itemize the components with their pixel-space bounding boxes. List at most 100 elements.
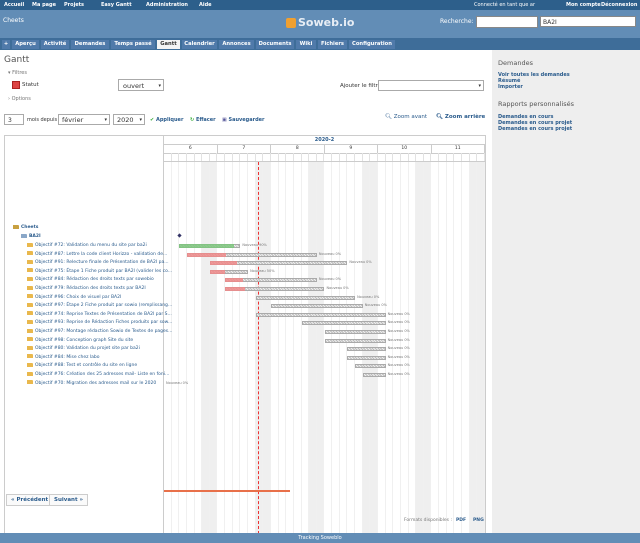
search-input[interactable] — [476, 16, 538, 28]
gantt-task-note: Nouveau 0% — [318, 251, 342, 256]
tab-settings[interactable]: Configuration — [349, 40, 395, 49]
logged-in-as: Connecté en tant que ar — [474, 2, 536, 8]
gantt-task-row[interactable]: Objectif #96: Choix de visuel par BA2I — [27, 294, 121, 302]
gantt-day — [386, 153, 394, 161]
gantt-task-row[interactable]: Objectif #72: Validation du menu du site… — [27, 242, 147, 250]
top-menu-projects[interactable]: Projets — [64, 2, 84, 8]
options-toggle[interactable]: › Options — [8, 96, 31, 102]
project-jump-select[interactable]: BA2I — [540, 16, 636, 27]
gantt-task-label: Objectif #96: Choix de visuel par BA2I — [35, 294, 122, 300]
next-button[interactable]: Suivant » — [49, 494, 89, 506]
gantt-task-note: Nouveau 0% — [387, 354, 410, 359]
top-menu-home[interactable]: Accueil — [4, 2, 24, 8]
save-icon: ▣ — [222, 117, 227, 123]
gantt-task-row[interactable]: Objectif #93: Reprise de Rédaction Fiche… — [27, 319, 172, 327]
tab-documents[interactable]: Documents — [256, 40, 294, 49]
zoom-in-button[interactable]: 🔍︎ Zoom avant — [385, 114, 427, 120]
tab-new[interactable]: + — [2, 40, 10, 49]
my-account-link[interactable]: Mon compte — [566, 2, 601, 8]
gantt-task-bar[interactable] — [362, 373, 386, 377]
top-menu-easy-gantt[interactable]: Easy Gantt — [101, 2, 132, 8]
tab-news[interactable]: Annonces — [219, 40, 254, 49]
tab-wiki[interactable]: Wiki — [296, 40, 316, 49]
top-menu-help[interactable]: Aide — [199, 2, 212, 8]
status-filter-checkbox[interactable] — [12, 81, 20, 89]
gantt-period: 2020-2 — [164, 136, 485, 145]
sidebar-link-import[interactable]: Importer — [498, 84, 523, 90]
gantt-day — [218, 153, 226, 161]
gantt-week-7: 7 — [218, 145, 271, 153]
status-select[interactable]: ouvert ▾ — [118, 79, 164, 91]
logout-link[interactable]: Déconnexion — [601, 2, 637, 8]
gantt-task-bar[interactable] — [271, 304, 363, 309]
gantt-task-row[interactable]: Objectif #97: Montage rédaction Sowio de… — [27, 328, 172, 336]
export-png-link[interactable]: PNG — [473, 518, 484, 523]
gantt-task-row[interactable]: Objectif #76: Création des 25 adresses m… — [27, 371, 169, 379]
gantt-task-note: Nouveau 0% — [326, 286, 349, 290]
gantt-task-row[interactable]: Objectif #87: Lettre la code client Hori… — [27, 251, 167, 259]
gantt-task-bar[interactable] — [347, 355, 386, 360]
gantt-task-row[interactable]: Objectif #79: Rédaction des droits texts… — [27, 285, 146, 293]
gantt-version-row[interactable]: BA2I — [21, 233, 41, 241]
gantt-project-row[interactable]: Cheets — [13, 224, 38, 232]
apply-button[interactable]: ✔ Appliquer — [150, 117, 183, 123]
tab-calendar[interactable]: Calendrier — [182, 40, 217, 49]
task-folder-icon — [27, 328, 33, 333]
gantt-task-bar[interactable] — [324, 330, 386, 334]
gantt-day — [164, 153, 172, 161]
gantt-task-row[interactable]: Objectif #74: Reprise Textes de Présenta… — [27, 311, 172, 319]
month-select[interactable]: février ▾ — [58, 114, 110, 125]
gantt-task-row[interactable]: Objectif #75: Étape 1 Fiche produit par … — [27, 268, 172, 276]
clear-button[interactable]: ↻ Effacer — [190, 117, 216, 123]
gantt-task-bar[interactable] — [347, 347, 386, 352]
top-menu-administration[interactable]: Administration — [146, 2, 188, 8]
gantt-task-row[interactable]: Objectif #91: Relecture finale de Présen… — [27, 259, 169, 267]
zoom-out-icon: 🔍︎ — [436, 114, 443, 120]
tab-overview[interactable]: Aperçu — [12, 40, 39, 49]
task-folder-icon — [27, 302, 33, 307]
gantt-task-bar[interactable] — [355, 364, 386, 369]
save-button[interactable]: ▣ Sauvegarder — [222, 117, 265, 123]
gantt-day — [309, 153, 317, 161]
gantt-day — [393, 153, 401, 161]
gantt-task-row[interactable]: Objectif #98: Conception graph Site du s… — [27, 337, 133, 345]
project-title[interactable]: Cheets — [3, 17, 24, 24]
tab-time-spent[interactable]: Temps passé — [111, 40, 155, 49]
today-line — [258, 162, 259, 534]
previous-button[interactable]: « Précédent — [6, 494, 54, 506]
task-folder-icon — [27, 371, 33, 376]
gantt-task-row[interactable]: Objectif #84: Mise chez labo — [27, 354, 100, 362]
gantt-task-row[interactable]: Objectif #84: Rédaction des droits texts… — [27, 276, 154, 284]
tab-issues[interactable]: Demandes — [71, 40, 109, 49]
gantt-task-progress — [186, 252, 226, 257]
gantt-task-note: Nouveau 50% — [250, 268, 275, 273]
task-folder-icon — [27, 242, 33, 247]
gantt-task-bar[interactable] — [255, 295, 356, 300]
footer: Tracking Soweblo — [0, 533, 640, 543]
top-menu-my-page[interactable]: Ma page — [32, 2, 56, 8]
filters-toggle[interactable]: ▾ Filtres — [8, 70, 27, 76]
gantt-day — [202, 153, 210, 161]
gantt-task-row[interactable]: Objectif #70: Migration des adresses mai… — [27, 380, 156, 388]
scroll-indicator[interactable] — [164, 490, 290, 492]
gantt-day — [317, 153, 325, 161]
add-filter-select[interactable]: ▾ — [378, 80, 484, 91]
gantt-project-label: Cheets — [21, 225, 39, 230]
tab-activity[interactable]: Activité — [41, 40, 69, 49]
gantt-day — [363, 153, 371, 161]
task-folder-icon — [27, 354, 33, 359]
sidebar-report-3[interactable]: Demandes en cours projet — [498, 126, 572, 132]
year-select[interactable]: 2020 ▾ — [113, 114, 145, 125]
export-pdf-link[interactable]: PDF — [456, 518, 466, 523]
gantt-task-bar[interactable] — [301, 321, 386, 326]
zoom-out-button[interactable]: 🔍︎ Zoom arrière — [436, 114, 485, 120]
months-input[interactable]: 3 — [4, 114, 24, 125]
gantt-task-bar[interactable] — [324, 338, 386, 343]
gantt-task-row[interactable]: Objectif #88: Test et contrôle du site e… — [27, 362, 137, 370]
tab-gantt[interactable]: Gantt — [157, 40, 180, 49]
gantt-task-row[interactable]: Objectif #80: Validation du projet site … — [27, 345, 140, 353]
gantt-task-bar[interactable] — [255, 312, 386, 317]
gantt-task-row[interactable]: Objectif #97: Étape 2 Fiche produit par … — [27, 302, 172, 310]
task-folder-icon — [27, 319, 33, 324]
tab-files[interactable]: Fichiers — [318, 40, 347, 49]
